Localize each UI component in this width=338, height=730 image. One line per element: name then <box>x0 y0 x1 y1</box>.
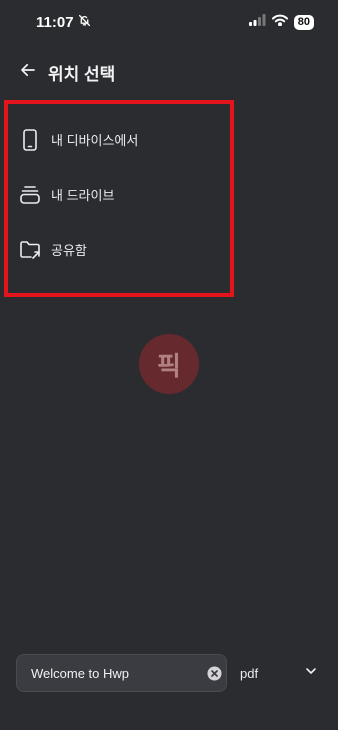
location-item-my-device[interactable]: 내 디바이스에서 <box>8 112 230 167</box>
location-label: 내 디바이스에서 <box>51 133 139 148</box>
filename-field <box>16 654 227 692</box>
arrow-left-icon <box>19 61 37 84</box>
status-time: 11:07 <box>36 13 74 31</box>
chevron-down-icon <box>304 664 318 683</box>
location-label: 공유함 <box>51 243 87 258</box>
save-bar: pdf <box>0 654 338 692</box>
location-item-shared[interactable]: 공유함 <box>8 222 230 277</box>
format-value: pdf <box>240 665 259 681</box>
filename-input[interactable] <box>31 665 207 681</box>
clear-icon <box>207 665 222 681</box>
header: 위치 선택 <box>0 56 338 88</box>
location-item-my-drive[interactable]: 내 드라이브 <box>8 167 230 222</box>
watermark-text: 픽 <box>157 350 181 381</box>
shared-folder-icon <box>18 238 42 262</box>
bell-muted-icon <box>78 14 91 31</box>
watermark-logo: 픽 <box>139 334 199 394</box>
format-select[interactable]: pdf <box>232 654 322 692</box>
phone-icon <box>18 128 42 152</box>
status-bar: 11:07 80 <box>0 0 338 44</box>
status-right: 80 <box>248 13 314 31</box>
location-label: 내 드라이브 <box>51 188 115 203</box>
signal-icon <box>248 13 266 31</box>
battery-indicator: 80 <box>293 14 314 30</box>
page-title: 위치 선택 <box>48 64 116 84</box>
location-list: 내 디바이스에서 내 드라이브 공유함 <box>4 100 234 297</box>
clear-input-button[interactable] <box>207 665 222 681</box>
status-left: 11:07 <box>36 14 91 31</box>
wifi-icon <box>271 13 288 31</box>
drive-icon <box>18 183 42 207</box>
back-button[interactable] <box>16 60 40 84</box>
